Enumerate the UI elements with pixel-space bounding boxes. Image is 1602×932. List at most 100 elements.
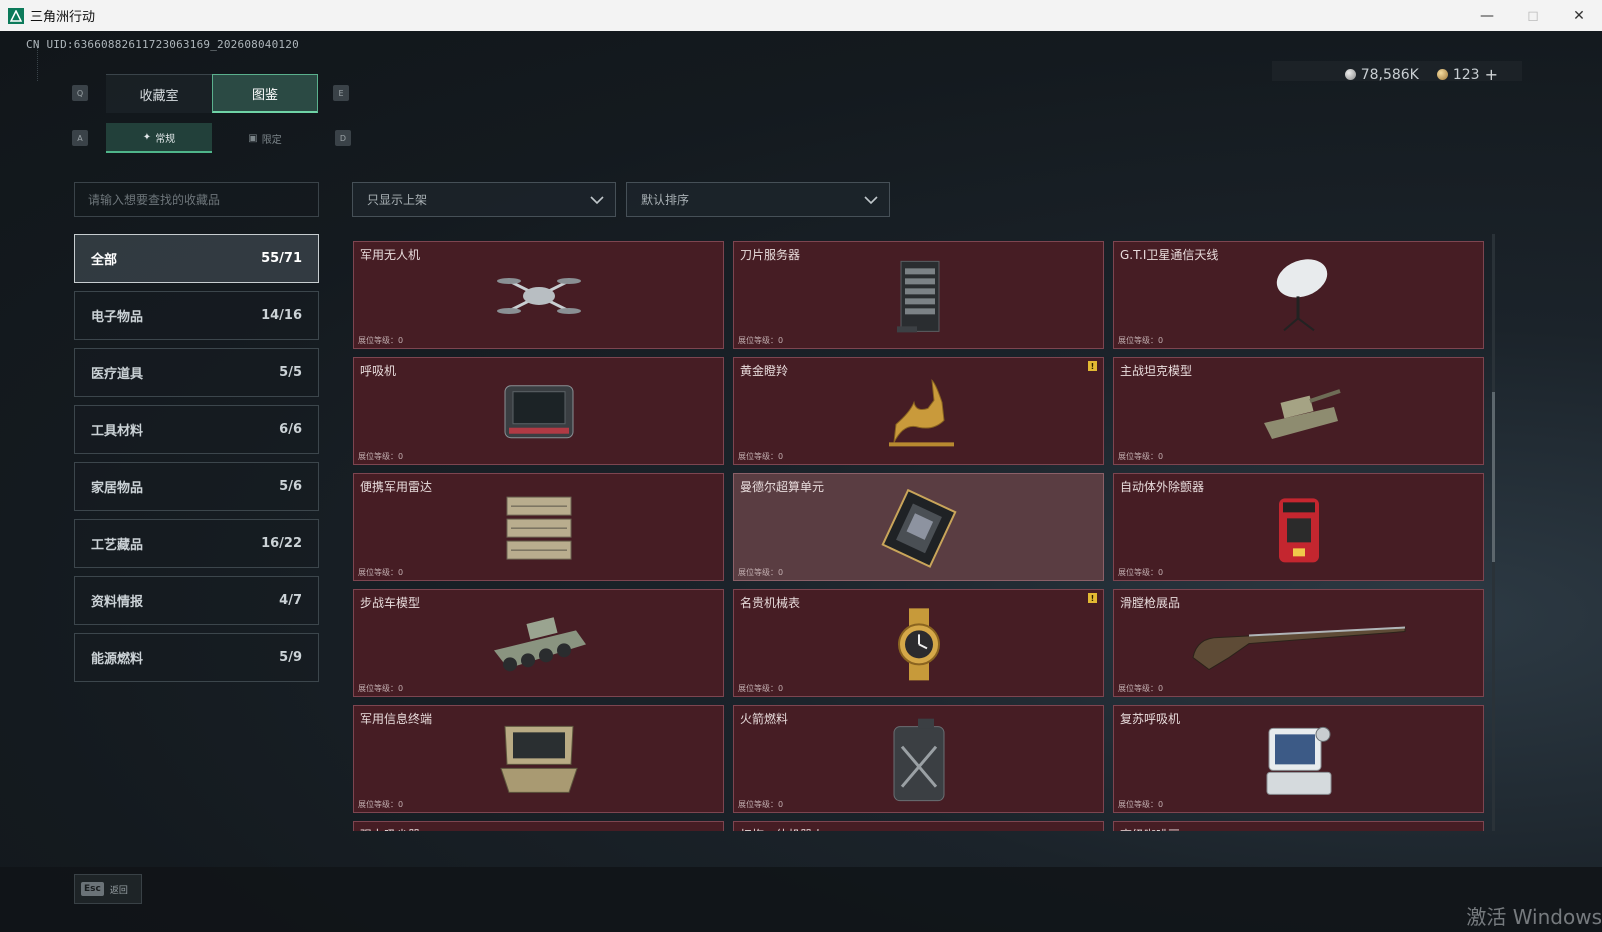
category-energy[interactable]: 能源燃料 5/9 — [74, 633, 319, 682]
satellite-dish-icon — [1264, 256, 1334, 340]
collection-card[interactable]: 刀片服务器展位等级：0 — [733, 241, 1104, 349]
collection-card[interactable]: 主战坦克模型 展位等级：0 — [1113, 357, 1484, 465]
item-name: 军用无人机 — [360, 248, 421, 262]
supercomputer-chip-icon — [879, 488, 959, 572]
booth-level: 展位等级：0 — [1118, 800, 1164, 809]
collection-card[interactable]: 火箭燃料 展位等级：0 — [733, 705, 1104, 813]
collection-card[interactable]: 复苏呼吸机展位等级：0 — [1113, 705, 1484, 813]
collection-card[interactable]: 军用无人机展位等级：0 — [353, 241, 724, 349]
image-icon: ▣ — [248, 132, 258, 144]
subtab-limited[interactable]: ▣ 限定 — [212, 123, 318, 153]
collection-card[interactable]: 强力吸尘器展位等级：0 — [353, 821, 724, 831]
close-icon[interactable]: ✕ — [1556, 0, 1602, 31]
tab-catalog[interactable]: 图鉴 — [212, 74, 318, 113]
category-count: 5/6 — [279, 479, 302, 494]
category-list: 全部 55/71 电子物品 14/16 医疗道具 5/5 工具材料 6/6 家居物品 5/… — [74, 234, 319, 690]
booth-level: 展位等级：0 — [1118, 336, 1164, 345]
search-input[interactable]: 请输入想要查找的收藏品 — [74, 182, 319, 217]
display-filter-dropdown[interactable]: 只显示上架 — [352, 182, 616, 217]
silver-amount: 78,586K — [1360, 66, 1419, 83]
ifv-model-icon — [484, 604, 594, 688]
category-label: 全部 — [91, 253, 118, 268]
category-intel[interactable]: 资料情报 4/7 — [74, 576, 319, 625]
terminal-icon — [491, 720, 587, 804]
category-count: 4/7 — [279, 593, 302, 608]
booth-level: 展位等级：0 — [1118, 684, 1164, 693]
item-name: 自动体外除颤器 — [1120, 480, 1205, 494]
booth-level: 展位等级：0 — [358, 800, 404, 809]
category-label: 电子物品 — [91, 310, 144, 325]
collection-card[interactable]: 名贵机械表 展位等级：0! — [733, 589, 1104, 697]
musket-icon — [1189, 614, 1409, 678]
category-tools[interactable]: 工具材料 6/6 — [74, 405, 319, 454]
item-name: 刀片服务器 — [740, 248, 801, 262]
collection-card[interactable]: 黄金瞪羚 展位等级：0! — [733, 357, 1104, 465]
item-name: 呼吸机 — [360, 364, 397, 378]
add-currency-button[interactable]: + — [1485, 65, 1498, 84]
collection-card[interactable]: 便携军用雷达展位等级：0 — [353, 473, 724, 581]
category-crafts[interactable]: 工艺藏品 16/22 — [74, 519, 319, 568]
booth-level: 展位等级：0 — [738, 800, 784, 809]
category-label: 家居物品 — [91, 481, 144, 496]
item-name: 复苏呼吸机 — [1120, 712, 1181, 726]
watch-icon — [889, 604, 949, 688]
item-name: 高级咖啡豆 — [1120, 826, 1180, 831]
item-name: 强力吸尘器 — [360, 826, 420, 831]
collection-card[interactable]: 高级咖啡豆展位等级：0 — [1113, 821, 1484, 831]
category-household[interactable]: 家居物品 5/6 — [74, 462, 319, 511]
category-medical[interactable]: 医疗道具 5/5 — [74, 348, 319, 397]
scrollbar-thumb[interactable] — [1492, 392, 1495, 562]
server-icon — [889, 256, 949, 340]
radar-icon — [499, 491, 579, 569]
grid-scrollbar[interactable] — [1492, 234, 1495, 831]
collection-card[interactable]: G.T.I卫星通信天线 展位等级：0 — [1113, 241, 1484, 349]
booth-level: 展位等级：0 — [358, 452, 404, 461]
item-name: 军用信息终端 — [360, 712, 433, 726]
collection-card[interactable]: 滑膛枪展品 展位等级：0 — [1113, 589, 1484, 697]
app-logo-icon — [8, 7, 24, 24]
category-label: 工具材料 — [91, 424, 144, 439]
category-electronics[interactable]: 电子物品 14/16 — [74, 291, 319, 340]
alert-badge-icon: ! — [1088, 593, 1097, 603]
drone-icon — [494, 261, 584, 335]
sort-value: 默认排序 — [641, 193, 690, 207]
maximize-icon[interactable]: ◻ — [1510, 0, 1556, 31]
key-hint-q: Q — [72, 85, 88, 101]
gold-amount: 123 — [1452, 66, 1480, 83]
chevron-down-icon — [864, 196, 878, 205]
booth-level: 展位等级：0 — [738, 336, 784, 345]
subtab-regular[interactable]: ✦ 常规 — [106, 123, 212, 153]
collection-card[interactable]: 步战车模型 展位等级：0 — [353, 589, 724, 697]
booth-level: 展位等级：0 — [358, 336, 404, 345]
category-all[interactable]: 全部 55/71 — [74, 234, 319, 283]
sub-tabs: ✦ 常规 ▣ 限定 — [106, 123, 318, 153]
player-uid: CN UID:6366088261172306316​9_20260804012… — [26, 38, 299, 51]
fuel-can-icon — [884, 717, 954, 809]
collection-card[interactable]: 呼吸机展位等级：0 — [353, 357, 724, 465]
collection-card[interactable]: 军用信息终端展位等级：0 — [353, 705, 724, 813]
defibrillator-icon — [1269, 488, 1329, 572]
game-viewport: CN UID:6366088261172306316​9_20260804012… — [0, 31, 1602, 932]
booth-level: 展位等级：0 — [1118, 568, 1164, 577]
key-hint-d: D — [335, 130, 351, 146]
category-label: 工艺藏品 — [91, 538, 144, 553]
main-tabs: 收藏室 图鉴 — [106, 74, 318, 113]
booth-level: 展位等级：0 — [358, 568, 404, 577]
tab-collection-room[interactable]: 收藏室 — [106, 74, 212, 113]
minimize-icon[interactable]: — — [1464, 0, 1510, 31]
key-hint-e: E — [333, 85, 349, 101]
sort-dropdown[interactable]: 默认排序 — [626, 182, 890, 217]
back-button[interactable]: Esc 返回 — [74, 874, 142, 904]
collection-card[interactable]: 扫拖一体机器人展位等级：0 — [733, 821, 1104, 831]
resuscitator-icon — [1259, 720, 1339, 804]
collection-card[interactable]: 曼德尔超算单元 展位等级：0 — [733, 473, 1104, 581]
subtab-limited-label: 限定 — [261, 134, 282, 146]
back-label: 返回 — [109, 885, 128, 896]
category-count: 6/6 — [279, 422, 302, 437]
item-name: 便携军用雷达 — [360, 480, 433, 494]
item-name: 黄金瞪羚 — [740, 364, 789, 378]
chevron-down-icon — [590, 196, 604, 205]
category-count: 5/9 — [279, 650, 302, 665]
subtab-regular-label: 常规 — [155, 133, 176, 145]
collection-card[interactable]: 自动体外除颤器展位等级：0 — [1113, 473, 1484, 581]
